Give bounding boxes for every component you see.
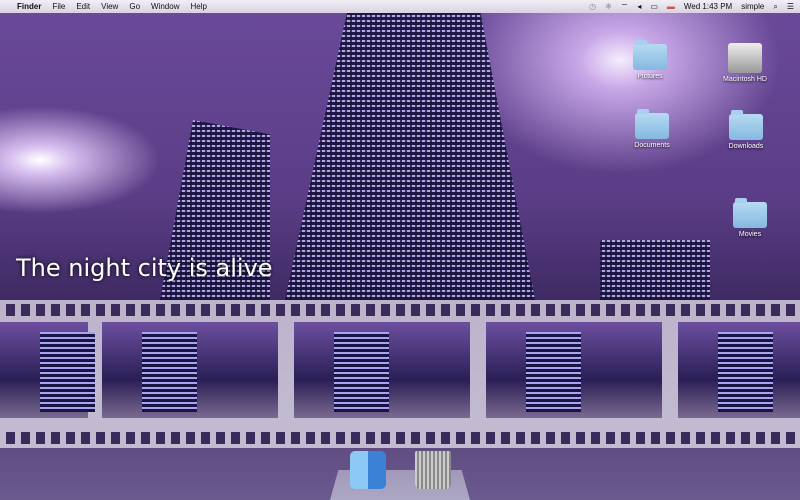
icon-label: Downloads [728,143,764,150]
menu-go[interactable]: Go [129,2,140,11]
icon-label: Documents [634,142,670,149]
pictures-folder-icon [633,40,667,70]
user-menu[interactable]: simple [741,2,764,11]
downloads-folder-icon [729,110,763,140]
wallpaper-building [600,240,710,300]
dock-trash-icon[interactable] [415,451,451,489]
desktop-icon-downloads[interactable]: Downloads [711,110,781,150]
desktop-icon-macintosh-hd[interactable]: Macintosh HD [710,43,780,83]
notification-center-icon[interactable]: ☰ [787,2,794,11]
spotlight-icon[interactable]: ⌕ [773,2,777,12]
icon-label: Movies [738,231,762,238]
film-perforations [0,304,800,316]
wallpaper-caption: The night city is alive [16,254,273,282]
documents-folder-icon [635,109,669,139]
app-menu-finder[interactable]: Finder [17,2,41,11]
bluetooth-icon[interactable]: ✱ [605,2,612,11]
film-frame [294,322,470,418]
icon-label: Pictures [637,73,663,80]
film-perforations [0,432,800,444]
hard-drive-icon [728,43,762,73]
time-machine-icon[interactable]: ◷ [589,2,596,11]
menu-file[interactable]: File [52,2,65,11]
film-frame [486,322,662,418]
menu-help[interactable]: Help [190,2,206,11]
clock[interactable]: Wed 1:43 PM [684,2,732,11]
film-frame [678,322,800,418]
battery-icon[interactable]: ▭ [650,2,658,11]
desktop-icon-movies[interactable]: Movies [715,198,785,238]
wifi-icon[interactable]: ⌔ [621,2,629,12]
movies-folder-icon [733,198,767,228]
menu-view[interactable]: View [101,2,118,11]
menu-window[interactable]: Window [151,2,179,11]
desktop-icon-documents[interactable]: Documents [617,109,687,149]
icon-label: Macintosh HD [723,76,767,83]
menu-edit[interactable]: Edit [76,2,90,11]
input-flag-icon[interactable]: ▬ [667,2,675,11]
dock-finder-icon[interactable] [350,451,386,489]
film-frame [0,322,95,418]
volume-icon[interactable]: ◂ [637,2,641,11]
wallpaper-film-strip [0,300,800,448]
wallpaper-tower [285,10,535,300]
menu-bar: Finder File Edit View Go Window Help ◷ ✱… [0,0,800,13]
desktop-icon-pictures[interactable]: Pictures [615,40,685,80]
film-frame [102,322,278,418]
